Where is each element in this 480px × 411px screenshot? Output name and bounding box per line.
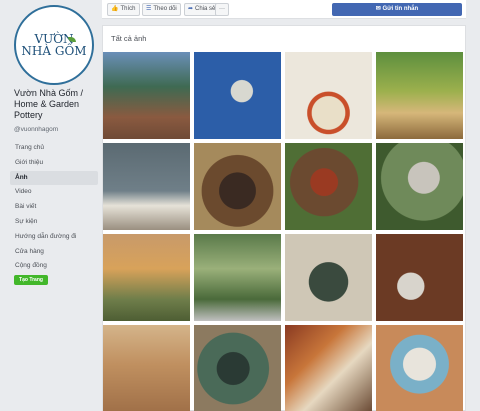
photo-ceramic-elephant[interactable] [376,325,463,411]
nav-item-community[interactable]: Cộng đồng [10,259,98,274]
nav-item-home[interactable]: Trang chủ [10,141,98,156]
share-label: Chia sẻ [195,6,216,12]
like-label: Thích [120,6,136,12]
photo-shelf-vases[interactable] [103,325,190,411]
page-action-bar: 👍 Thích ☰ Theo dõi ➦ Chia sẻ ··· ✉ Gửi tin … [102,0,466,19]
create-page-button[interactable]: Tạo Trang [14,275,48,285]
share-icon: ➦ [188,6,194,12]
photo-painted-pots[interactable] [285,325,372,411]
thumbs-up-icon: 👍 [111,6,119,12]
page-username[interactable]: @vuonnhagom [14,126,58,133]
photo-garden-patio[interactable] [103,52,190,139]
nav-item-posts[interactable]: Bài viết [10,200,98,215]
page-nav: Trang chủ Giới thiệu Ảnh Video Bài viết … [10,141,98,274]
nav-item-photos[interactable]: Ảnh [10,170,98,186]
photo-figurines[interactable] [194,234,281,321]
page-logo[interactable]: VƯỜN NHÀ GỐM [14,5,94,85]
photos-panel: Tất cả ảnh [102,25,466,411]
photo-dark-jar[interactable] [194,143,281,230]
photo-lattice-jars[interactable] [376,234,463,321]
photo-teapot-set[interactable] [376,52,463,139]
photo-white-jug[interactable] [376,143,463,230]
send-message-label: Gửi tin nhắn [382,6,419,12]
photo-lantern[interactable] [285,143,372,230]
photo-garden-vases[interactable] [103,234,190,321]
page-title[interactable]: Vườn Nhà Gốm / Home & Garden Pottery [14,88,100,121]
rss-icon: ☰ [146,6,152,12]
photo-ceramic-bowls[interactable] [285,52,372,139]
like-button[interactable]: 👍 Thích [107,3,140,16]
follow-label: Theo dõi [153,6,177,12]
follow-button[interactable]: ☰ Theo dõi [142,3,181,16]
photo-green-jars[interactable] [194,325,281,411]
nav-item-shop[interactable]: Cửa hàng [10,245,98,260]
photo-blue-plates[interactable] [194,52,281,139]
photo-openwork-vase[interactable] [285,234,372,321]
messenger-icon: ✉ [375,6,383,12]
photo-stacked-bowls[interactable] [103,143,190,230]
nav-item-videos[interactable]: Video [10,185,98,200]
nav-item-directions[interactable]: Hướng dẫn đường đi [10,230,98,245]
more-button[interactable]: ··· [215,3,229,16]
left-sidebar: VƯỜN NHÀ GỐM Vườn Nhà Gốm / Home & Garde… [0,0,102,411]
nav-item-about[interactable]: Giới thiệu [10,156,98,171]
logo-line-2: NHÀ GỐM [21,44,87,58]
photos-title: Tất cả ảnh [111,34,147,43]
nav-item-events[interactable]: Sự kiện [10,215,98,230]
send-message-button[interactable]: ✉ Gửi tin nhắn [332,3,462,16]
